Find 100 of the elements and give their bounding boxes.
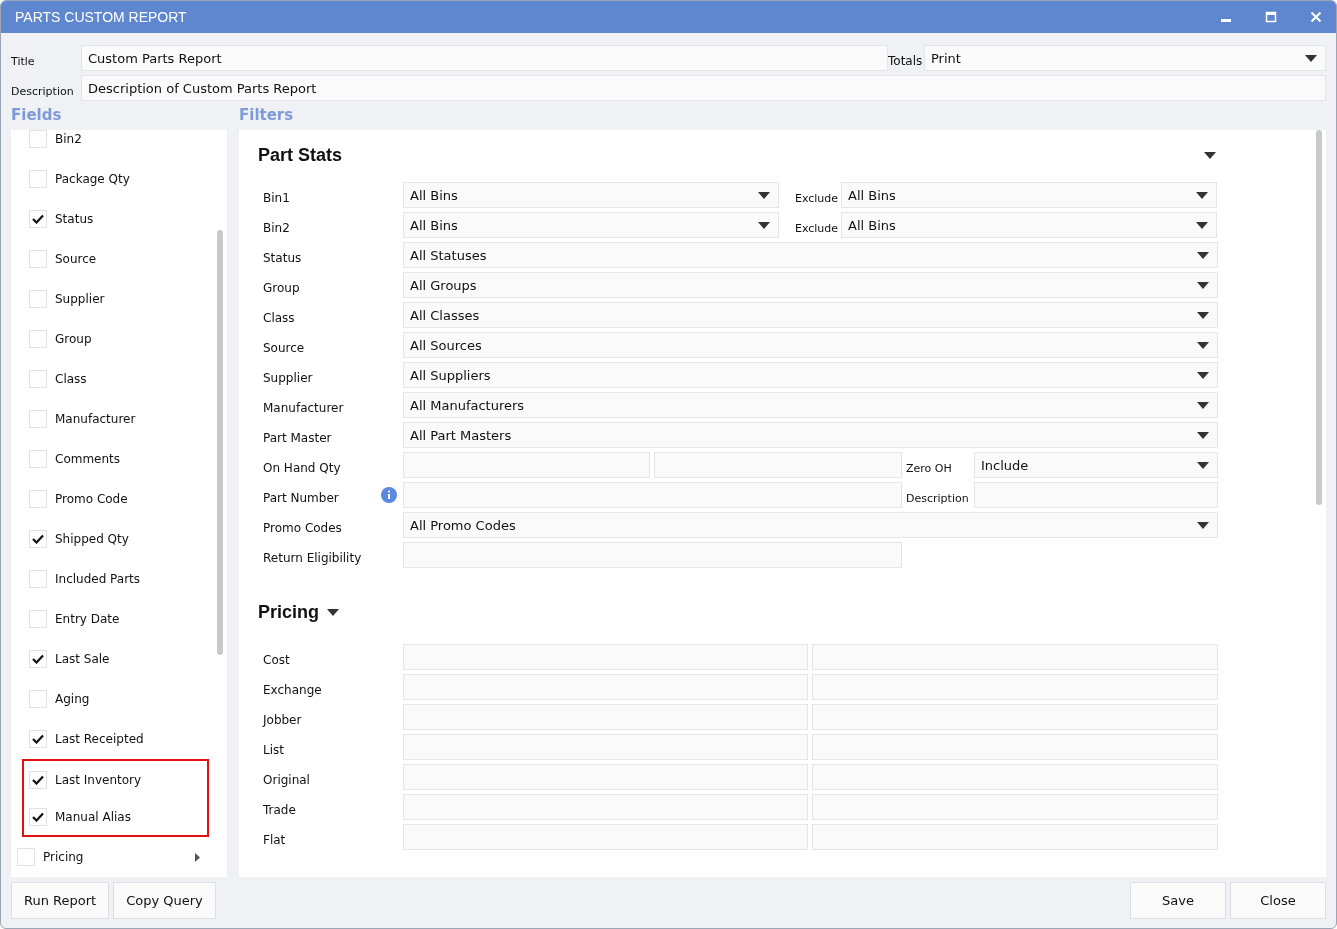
scrollbar-thumb[interactable]	[217, 230, 223, 655]
max-field[interactable]	[812, 734, 1218, 760]
input-field[interactable]	[403, 482, 902, 508]
close-icon[interactable]	[1310, 11, 1322, 23]
min-field[interactable]	[403, 644, 808, 670]
max-field[interactable]	[654, 452, 902, 478]
checkbox[interactable]	[29, 530, 47, 548]
checkbox[interactable]	[29, 770, 47, 789]
field-option[interactable]: Source	[55, 252, 97, 266]
min-field[interactable]	[403, 764, 808, 790]
field-option[interactable]: Last Inventory	[55, 772, 142, 787]
checkbox[interactable]	[29, 210, 47, 228]
description-field[interactable]: Description of Custom Parts Report	[81, 75, 1326, 101]
caret-icon	[1197, 521, 1209, 529]
filter-dropdown[interactable]: All Sources	[403, 332, 1218, 358]
field-option[interactable]: Package Qty	[55, 172, 130, 186]
title-field[interactable]: Custom Parts Report	[81, 45, 888, 71]
checkbox[interactable]	[29, 650, 47, 668]
field-option[interactable]: Shipped Qty	[55, 532, 129, 546]
checkbox[interactable]	[17, 848, 35, 866]
checkbox[interactable]	[29, 690, 47, 708]
checkbox[interactable]	[29, 370, 47, 388]
field-option[interactable]: Status	[55, 212, 94, 226]
scrollbar-thumb[interactable]	[1316, 130, 1322, 505]
checkbox[interactable]	[29, 330, 47, 348]
footer-button[interactable]: Run Report	[11, 882, 110, 919]
field-label: Totals	[888, 53, 924, 68]
checkbox[interactable]	[29, 410, 47, 428]
max-field[interactable]	[812, 794, 1218, 820]
checkbox[interactable]	[29, 730, 47, 748]
min-field[interactable]	[403, 674, 808, 700]
filter-label: Manufacturer	[262, 400, 345, 415]
checkbox[interactable]	[29, 290, 47, 308]
caret-icon	[758, 191, 770, 199]
field-option[interactable]: Last Sale	[55, 652, 110, 666]
field-option[interactable]: Aging	[55, 692, 90, 706]
filter-dropdown[interactable]: All Statuses	[403, 242, 1218, 268]
max-field[interactable]	[812, 824, 1218, 850]
footer-button[interactable]: Close	[1230, 882, 1326, 919]
filter-label: Part Number	[262, 490, 340, 505]
field-option[interactable]: Bin2	[55, 132, 82, 146]
maximize-icon[interactable]	[1265, 11, 1277, 23]
input-field[interactable]	[403, 542, 902, 568]
filter-label: Description	[906, 490, 970, 505]
checkbox[interactable]	[29, 250, 47, 268]
filter-dropdown[interactable]: Include	[974, 452, 1218, 478]
filter-label: Exclude	[795, 190, 840, 205]
field-option[interactable]: Included Parts	[55, 572, 141, 586]
filter-dropdown[interactable]: All Bins	[403, 182, 779, 208]
field-option[interactable]: Class	[55, 372, 87, 386]
totals-dropdown[interactable]: Print	[924, 45, 1326, 71]
checkbox[interactable]	[29, 450, 47, 468]
checkbox[interactable]	[29, 570, 47, 588]
input-field[interactable]	[974, 482, 1218, 508]
min-field[interactable]	[403, 452, 650, 478]
field-option[interactable]: Supplier	[55, 292, 105, 306]
field-option[interactable]: Last Receipted	[55, 732, 144, 746]
filter-label: Bin2	[262, 220, 291, 235]
expand-arrow-icon[interactable]	[194, 852, 201, 862]
filter-dropdown[interactable]: All Classes	[403, 302, 1218, 328]
field-option[interactable]: Manual Alias	[55, 809, 131, 824]
checkbox[interactable]	[29, 130, 47, 148]
exclude-dropdown[interactable]: All Bins	[841, 182, 1217, 208]
filter-dropdown[interactable]: All Bins	[403, 212, 779, 238]
filter-label: Status	[262, 250, 303, 265]
field-option[interactable]: Group	[55, 332, 92, 346]
filter-dropdown[interactable]: All Part Masters	[403, 422, 1218, 448]
checkbox[interactable]	[29, 610, 47, 628]
filter-dropdown[interactable]: All Suppliers	[403, 362, 1218, 388]
footer-button[interactable]: Copy Query	[113, 882, 216, 919]
field-label: Title	[11, 53, 36, 68]
min-field[interactable]	[403, 734, 808, 760]
collapse-caret-icon[interactable]	[1204, 151, 1216, 159]
field-option[interactable]: Manufacturer	[55, 412, 136, 426]
field-option[interactable]: Comments	[55, 452, 121, 466]
footer-button[interactable]: Save	[1130, 882, 1226, 919]
min-field[interactable]	[403, 824, 808, 850]
filter-label: Bin1	[262, 190, 291, 205]
min-field[interactable]	[403, 794, 808, 820]
checkbox[interactable]	[29, 807, 47, 826]
info-icon[interactable]	[381, 487, 397, 503]
filter-label: Exclude	[795, 220, 840, 235]
checkbox[interactable]	[29, 170, 47, 188]
collapse-caret-icon[interactable]	[327, 608, 339, 616]
field-option[interactable]: Entry Date	[55, 612, 120, 626]
checkbox[interactable]	[29, 490, 47, 508]
exclude-dropdown[interactable]: All Bins	[841, 212, 1217, 238]
max-field[interactable]	[812, 644, 1218, 670]
filter-dropdown[interactable]: All Manufacturers	[403, 392, 1218, 418]
caret-icon	[1197, 251, 1209, 259]
field-group[interactable]: Pricing	[43, 850, 84, 864]
max-field[interactable]	[812, 764, 1218, 790]
filter-dropdown[interactable]: All Groups	[403, 272, 1218, 298]
min-field[interactable]	[403, 704, 808, 730]
filter-dropdown[interactable]: All Promo Codes	[403, 512, 1218, 538]
filter-label: Cost	[262, 652, 291, 667]
max-field[interactable]	[812, 704, 1218, 730]
caret-icon	[1197, 371, 1209, 379]
max-field[interactable]	[812, 674, 1218, 700]
field-option[interactable]: Promo Code	[55, 492, 128, 506]
